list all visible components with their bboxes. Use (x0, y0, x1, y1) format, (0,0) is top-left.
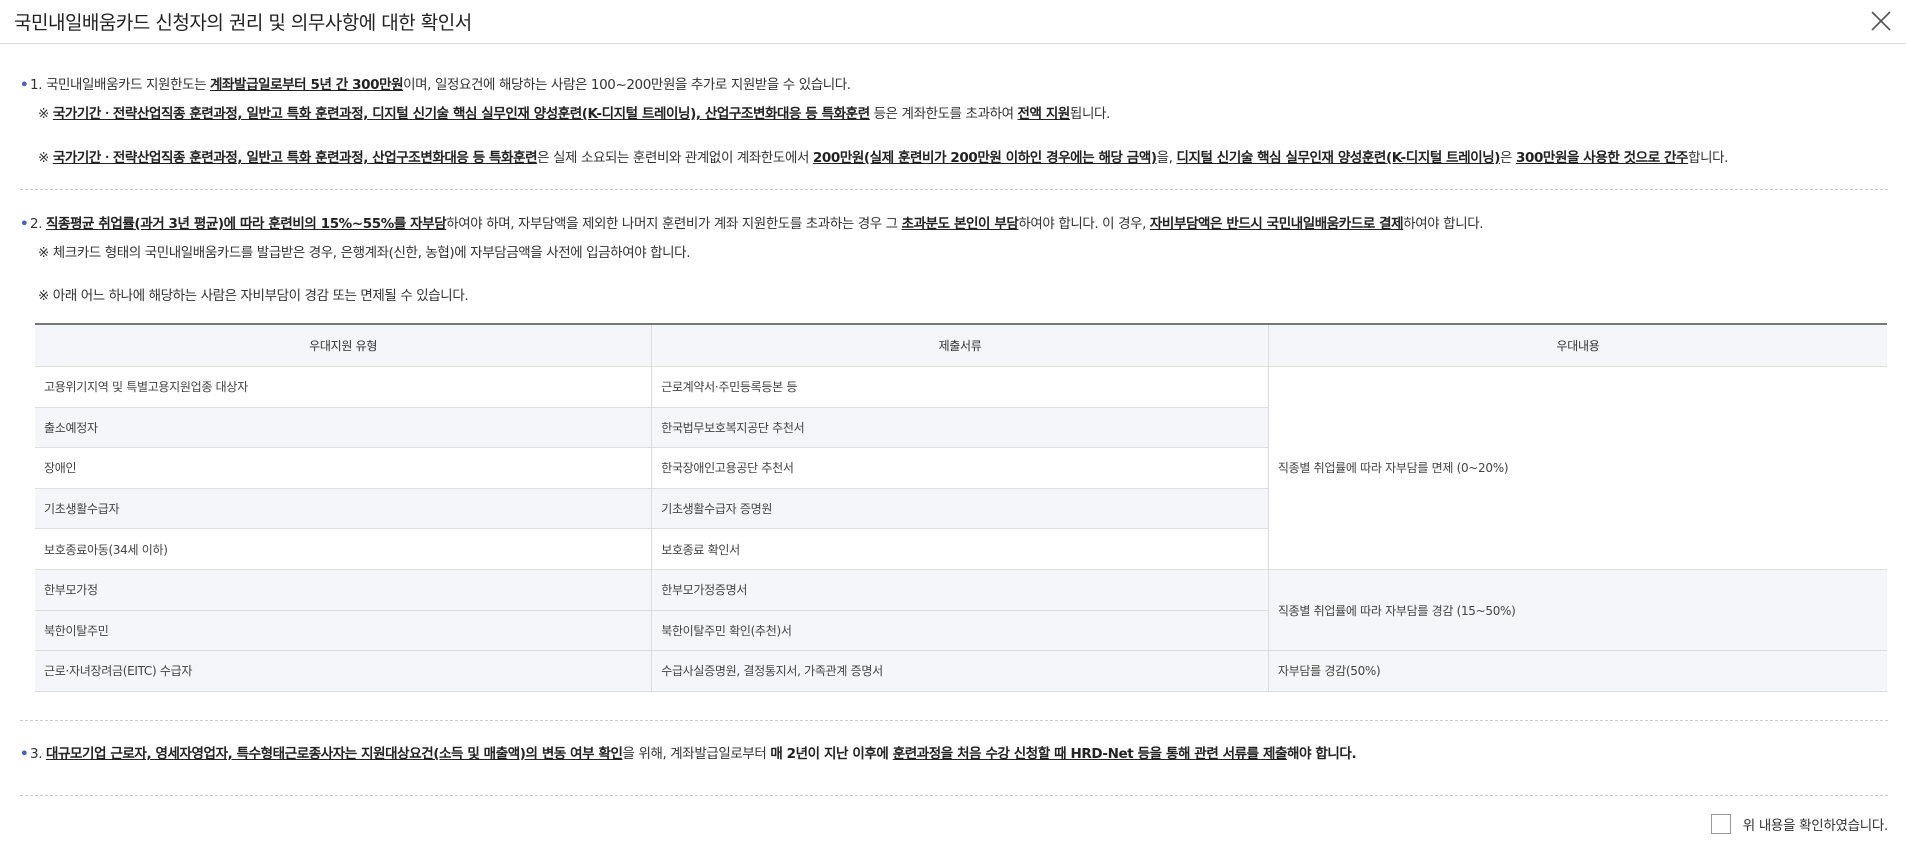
confirm-label[interactable]: 위 내용을 확인하였습니다. (1743, 814, 1889, 834)
cell-document: 한국법무보호복지공단 추천서 (651, 407, 1269, 449)
column-header: 우대내용 (1267, 323, 1887, 367)
table-header-row: 우대지원 유형 제출서류 우대내용 (35, 323, 1887, 367)
cell-type: 고용위기지역 및 특별고용지원업종 대상자 (35, 366, 652, 408)
column-header: 우대지원 유형 (35, 323, 652, 367)
cell-benefit: 직종별 취업률에 따라 자부담를 경감 (15~50%) (1267, 569, 1887, 652)
column-header: 제출서류 (651, 323, 1269, 367)
text: ※ (38, 106, 53, 122)
cell-document: 수급사실증명원, 결정통지서, 가족관계 증명서 (651, 650, 1269, 692)
cell-type: 근로·자녀장려금(EITC) 수급자 (35, 650, 652, 692)
emphasis: 대규모기업 근로자, 영세자영업자, 특수형태근로종사자는 지원대상요건(소득 … (45, 746, 623, 762)
table-row: 한부모가정 한부모가정증명서 직종별 취업률에 따라 자부담를 경감 (15~5… (35, 569, 1887, 652)
section-divider (20, 189, 1888, 190)
section-divider (20, 720, 1888, 721)
emphasis: 초과분도 본인이 부담 (901, 216, 1019, 232)
cell-type: 장애인 (35, 447, 652, 489)
emphasis: 200만원(실제 훈련비가 200만원 이하인 경우에는 해당 금액) (812, 150, 1157, 166)
text: 합니다. (1688, 150, 1729, 166)
text: 을 위해, 계좌발급일로부터 (622, 746, 771, 762)
emphasis: 자비부담액은 반드시 국민내일배움카드로 결제 (1149, 216, 1404, 232)
emphasis: 전액 지원 (1017, 106, 1071, 122)
emphasis: 매 2년이 지난 이후에 (770, 746, 893, 762)
cell-type: 출소예정자 (35, 407, 652, 449)
cell-type: 기초생활수급자 (35, 488, 652, 530)
text: ※ (38, 150, 53, 166)
text: 을, (1156, 150, 1177, 166)
cell-document: 한국장애인고용공단 추천서 (651, 447, 1269, 489)
emphasis: 300만원을 사용한 것으로 간주 (1515, 150, 1689, 166)
table-row: 고용위기지역 및 특별고용지원업종 대상자 근로계약서·주민등록등본 등 직종별… (35, 366, 1887, 570)
text: 은 실제 소요되는 훈련비와 관계없이 계좌한도에서 (537, 150, 813, 166)
text: 됩니다. (1069, 106, 1110, 122)
section2-note1: ※ 체크카드 형태의 국민내일배움카드를 발급받은 경우, 은행계좌(신한, 농… (38, 245, 691, 261)
emphasis: 국가기간ㆍ전략산업직종 훈련과정, 일반고 특화 훈련과정, 디지털 신기술 핵… (52, 106, 870, 122)
text: 이며, 일정요건에 해당하는 사람은 100~200만원을 추가로 지원받을 수… (403, 77, 851, 93)
cell-type: 북한이탈주민 (35, 610, 652, 652)
bullet: • (20, 77, 29, 93)
emphasis: 국가기간ㆍ전략산업직종 훈련과정, 일반고 특화 훈련과정, 산업구조변화대응 … (52, 150, 538, 166)
section2-note2: ※ 아래 어느 하나에 해당하는 사람은 자비부담이 경감 또는 면제될 수 있… (38, 288, 469, 304)
confirm-row: 위 내용을 확인하였습니다. (1710, 814, 1889, 834)
close-icon (1871, 11, 1891, 31)
section2-line: • 2. 직종평균 취업률(과거 3년 평균)에 따라 훈련비의 15%~55%를… (20, 212, 1484, 232)
section1-line: • 1. 국민내일배움카드 지원한도는 계좌발급일로부터 5년 간 300만원이며… (20, 73, 851, 93)
cell-type: 보호종료아동(34세 이하) (35, 528, 652, 570)
cell-document: 북한이탈주민 확인(추천)서 (651, 610, 1269, 652)
emphasis: 해야 합니다. (1287, 746, 1357, 762)
text: 등은 계좌한도를 초과하여 (869, 106, 1018, 122)
text: 2. (30, 216, 46, 232)
bullet: • (20, 216, 29, 232)
table-row: 근로·자녀장려금(EITC) 수급자 수급사실증명원, 결정통지서, 가족관계 … (35, 650, 1887, 692)
section1-note1: ※ 국가기간ㆍ전략산업직종 훈련과정, 일반고 특화 훈련과정, 디지털 신기술… (38, 102, 1110, 122)
text: 하여야 합니다. 이 경우, (1018, 216, 1150, 232)
cell-document: 한부모가정증명서 (651, 569, 1269, 611)
preferential-support-table: 우대지원 유형 제출서류 우대내용 고용위기지역 및 특별고용지원업종 대상자 … (35, 323, 1887, 692)
bullet: • (20, 746, 29, 762)
emphasis: 계좌발급일로부터 5년 간 300만원 (210, 77, 404, 93)
close-button[interactable] (1868, 8, 1894, 34)
section3-line: • 3. 대규모기업 근로자, 영세자영업자, 특수형태근로종사자는 지원대상요건… (20, 742, 1357, 762)
emphasis: 훈련과정을 처음 수강 신청할 때 HRD-Net 등을 통해 관련 서류를 제… (892, 746, 1288, 762)
cell-document: 보호종료 확인서 (651, 528, 1269, 570)
confirmation-modal: 국민내일배움카드 신청자의 권리 및 의무사항에 대한 확인서 • 1. 국민내일… (0, 0, 1906, 850)
cell-benefit: 자부담를 경감(50%) (1267, 650, 1887, 692)
text: 하여야 하며, 자부담액을 제외한 나머지 훈련비가 계좌 지원한도를 초과하는… (446, 216, 902, 232)
emphasis: 직종평균 취업률(과거 3년 평균)에 따라 훈련비의 15%~55%를 자부담 (45, 216, 447, 232)
modal-header: 국민내일배움카드 신청자의 권리 및 의무사항에 대한 확인서 (0, 0, 1906, 44)
cell-document: 기초생활수급자 증명원 (651, 488, 1269, 530)
text: 은 (1500, 150, 1516, 166)
cell-benefit: 직종별 취업률에 따라 자부담를 면제 (0~20%) (1267, 366, 1887, 570)
cell-type: 한부모가정 (35, 569, 652, 611)
section1-note2: ※ 국가기간ㆍ전략산업직종 훈련과정, 일반고 특화 훈련과정, 산업구조변화대… (38, 146, 1728, 166)
section-divider (20, 795, 1888, 796)
emphasis: 디지털 신기술 핵심 실무인재 양성훈련(K-디지털 트레이닝) (1176, 150, 1501, 166)
text: 하여야 합니다. (1403, 216, 1484, 232)
text: 1. 국민내일배움카드 지원한도는 (30, 77, 211, 93)
modal-title: 국민내일배움카드 신청자의 권리 및 의무사항에 대한 확인서 (14, 12, 472, 34)
cell-document: 근로계약서·주민등록등본 등 (651, 366, 1269, 408)
text: 3. (30, 746, 46, 762)
confirm-checkbox[interactable] (1710, 814, 1731, 834)
